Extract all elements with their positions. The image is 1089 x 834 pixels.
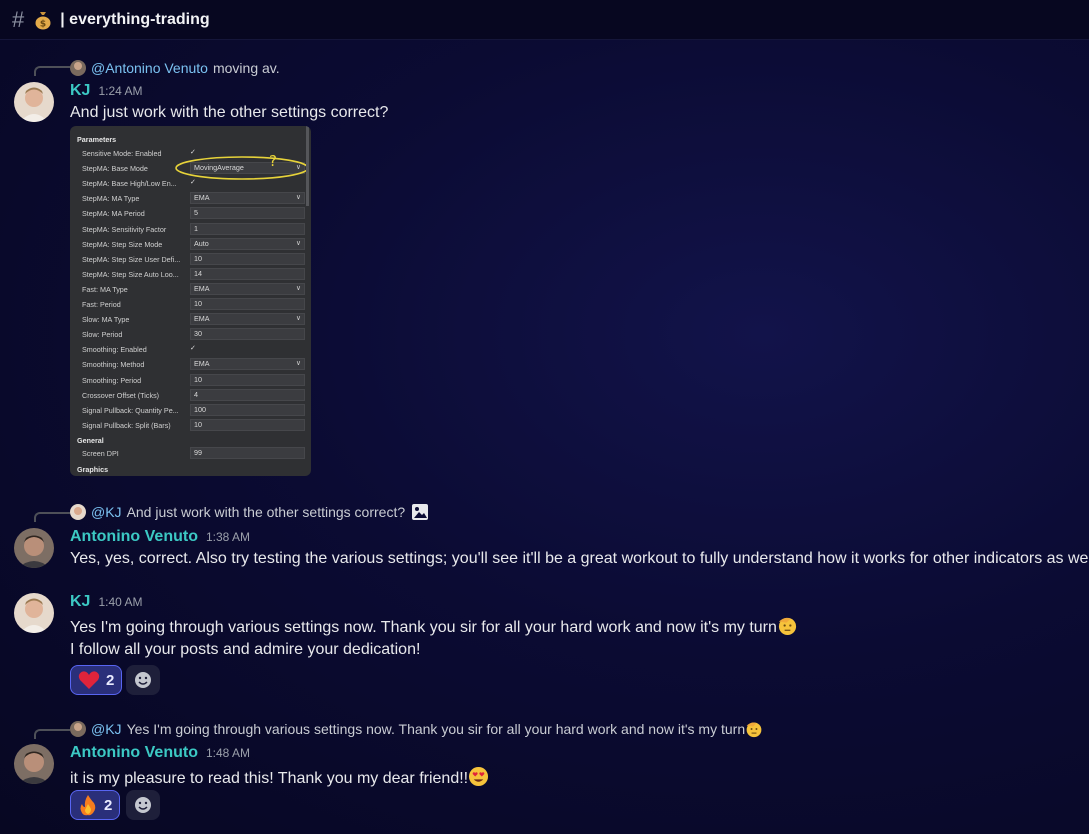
reply-mention[interactable]: @KJ	[91, 504, 122, 520]
avatar[interactable]	[14, 593, 54, 633]
svg-text:$: $	[40, 19, 46, 29]
timestamp: 1:48 AM	[205, 746, 251, 760]
channel-header: # $ | everything-trading	[0, 0, 1089, 40]
fire-icon	[80, 795, 96, 816]
message-text: And just work with the other settings co…	[70, 104, 389, 121]
saluting-face-icon	[746, 722, 762, 738]
message-text: Yes, yes, correct. Also try testing the …	[70, 550, 1089, 567]
timestamp: 1:38 AM	[205, 530, 251, 544]
reply-mention[interactable]: @KJ	[91, 721, 122, 737]
money-bag-icon: $	[35, 11, 51, 29]
reply-mention[interactable]: @Antonino Venuto	[91, 60, 208, 76]
avatar	[70, 504, 86, 520]
reply-connector	[34, 729, 70, 739]
avatar	[70, 721, 86, 737]
saluting-face-icon	[778, 617, 796, 636]
message-text: I follow all your posts and admire your …	[70, 641, 421, 658]
reply-text: moving av.	[212, 60, 280, 76]
avatar[interactable]	[14, 528, 54, 568]
avatar[interactable]	[14, 744, 54, 784]
username[interactable]: KJ	[70, 593, 90, 611]
reply-text: Yes I'm going through various settings n…	[126, 721, 746, 737]
hash-icon: #	[12, 6, 25, 32]
reply-connector	[34, 66, 70, 76]
timestamp: 1:24 AM	[98, 84, 143, 98]
channel-title: | everything-trading	[60, 10, 210, 28]
reaction-count: 2	[104, 796, 113, 814]
heart-eyes-face-icon	[469, 766, 489, 787]
reply-preview[interactable]: @KJ Yes I'm going through various settin…	[70, 720, 763, 738]
message-text: Yes I'm going through various settings n…	[70, 615, 798, 637]
message-text: it is my pleasure to read this! Thank yo…	[70, 766, 489, 788]
heart-icon	[78, 671, 100, 689]
avatar	[70, 60, 86, 76]
add-reaction-button[interactable]	[126, 790, 160, 820]
highlight-annotation: ?	[175, 126, 309, 206]
reply-preview[interactable]: @Antonino Venuto moving av.	[70, 60, 280, 76]
smiley-icon	[135, 672, 151, 688]
reaction-heart[interactable]: 2	[70, 665, 123, 695]
timestamp: 1:40 AM	[98, 595, 143, 609]
avatar[interactable]	[14, 82, 54, 122]
username[interactable]: Antonino Venuto	[70, 528, 198, 546]
reaction-count: 2	[106, 671, 115, 689]
scrollbar[interactable]	[306, 126, 309, 206]
image-icon	[412, 504, 429, 520]
reply-text: And just work with the other settings co…	[126, 504, 406, 520]
annotation-mark: ?	[269, 152, 277, 170]
smiley-icon	[135, 797, 151, 813]
reply-connector	[34, 512, 70, 522]
username[interactable]: KJ	[70, 82, 90, 100]
reaction-fire[interactable]: 2	[70, 790, 121, 820]
add-reaction-button[interactable]	[126, 665, 160, 695]
image-attachment[interactable]: Parameters Sensitive Mode: Enabled ✓ StepM…	[70, 126, 311, 476]
username[interactable]: Antonino Venuto	[70, 744, 198, 762]
reply-preview[interactable]: @KJ And just work with the other setting…	[70, 503, 429, 521]
